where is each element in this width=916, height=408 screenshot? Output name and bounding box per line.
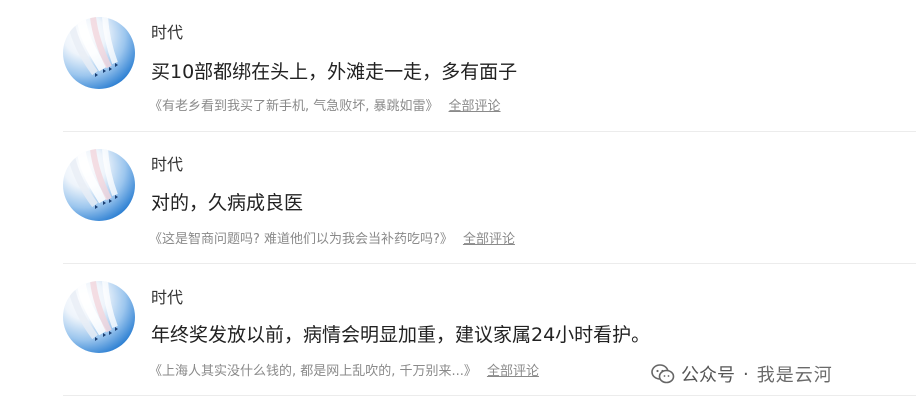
referenced-article-title[interactable]: 《这是智商问题吗? 难道他们以为我会当补药吃吗?》 bbox=[149, 232, 453, 247]
avatar[interactable] bbox=[63, 281, 135, 353]
comment-item: 时代 对的，久病成良医 《这是智商问题吗? 难道他们以为我会当补药吃吗?》 全部评… bbox=[0, 132, 916, 264]
all-comments-link[interactable]: 全部评论 bbox=[487, 364, 539, 379]
comment-reference-line: 《上海人其实没什么钱的, 都是网上乱吹的, 千万别来...》 全部评论 bbox=[149, 360, 539, 379]
wechat-icon bbox=[651, 364, 675, 384]
comment-item: 时代 买10部都绑在头上，外滩走一走，多有面子 《有老乡看到我买了新手机, 气急… bbox=[0, 0, 916, 132]
jets-avatar-image bbox=[67, 149, 118, 209]
comment-reference-line: 《这是智商问题吗? 难道他们以为我会当补药吃吗?》 全部评论 bbox=[149, 228, 515, 247]
comment-username[interactable]: 时代 bbox=[151, 151, 183, 175]
comment-username[interactable]: 时代 bbox=[151, 19, 183, 43]
jets-avatar-image bbox=[67, 281, 118, 341]
referenced-article-title[interactable]: 《上海人其实没什么钱的, 都是网上乱吹的, 千万别来...》 bbox=[149, 364, 477, 379]
avatar[interactable] bbox=[63, 149, 135, 221]
watermark-platform: 公众号 bbox=[681, 365, 735, 386]
divider bbox=[63, 395, 916, 396]
watermark-account-name: 我是云河 bbox=[756, 365, 833, 386]
all-comments-link[interactable]: 全部评论 bbox=[463, 232, 515, 247]
jets-avatar-image bbox=[67, 17, 118, 77]
comment-reference-line: 《有老乡看到我买了新手机, 气急败坏, 暴跳如雷》 全部评论 bbox=[149, 95, 501, 114]
comment-username[interactable]: 时代 bbox=[151, 284, 183, 308]
comment-text: 年终奖发放以前，病情会明显加重，建议家属24小时看护。 bbox=[151, 324, 651, 346]
avatar[interactable] bbox=[63, 17, 135, 89]
watermark-separator: · bbox=[743, 363, 749, 385]
referenced-article-title[interactable]: 《有老乡看到我买了新手机, 气急败坏, 暴跳如雷》 bbox=[149, 99, 439, 114]
watermark: 公众号 · 我是云河 bbox=[651, 361, 833, 387]
comment-text: 对的，久病成良医 bbox=[151, 192, 304, 214]
all-comments-link[interactable]: 全部评论 bbox=[449, 99, 501, 114]
comment-text: 买10部都绑在头上，外滩走一走，多有面子 bbox=[151, 61, 518, 83]
